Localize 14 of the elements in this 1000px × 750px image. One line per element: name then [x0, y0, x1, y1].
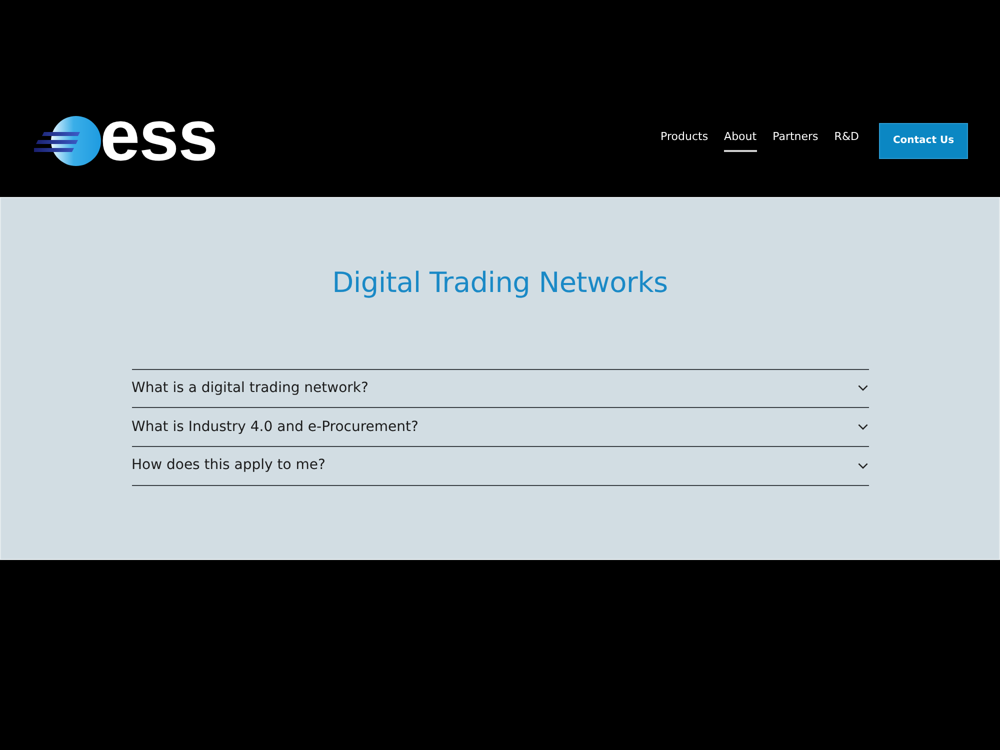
- faq-question: What is Industry 4.0 and e-Procurement?: [132, 418, 418, 437]
- faq-item[interactable]: What is Industry 4.0 and e-Procurement?: [132, 408, 868, 447]
- faq-question: How does this apply to me?: [132, 456, 326, 476]
- nav-link[interactable]: About: [724, 127, 757, 152]
- logo-text[interactable]: ess: [100, 100, 218, 172]
- faq-item[interactable]: How does this apply to me?: [132, 446, 868, 486]
- section-title: Digital Trading Networks: [331, 266, 669, 300]
- logo-icon: [34, 114, 102, 166]
- nav-link[interactable]: Partners: [772, 127, 818, 152]
- nav-link[interactable]: Products: [660, 127, 708, 152]
- faq-question: What is a digital trading network?: [132, 378, 368, 398]
- faq-item[interactable]: What is a digital trading network?: [132, 370, 868, 408]
- nav-link[interactable]: R&D: [834, 127, 859, 152]
- contact-button[interactable]: Contact Us: [879, 122, 968, 158]
